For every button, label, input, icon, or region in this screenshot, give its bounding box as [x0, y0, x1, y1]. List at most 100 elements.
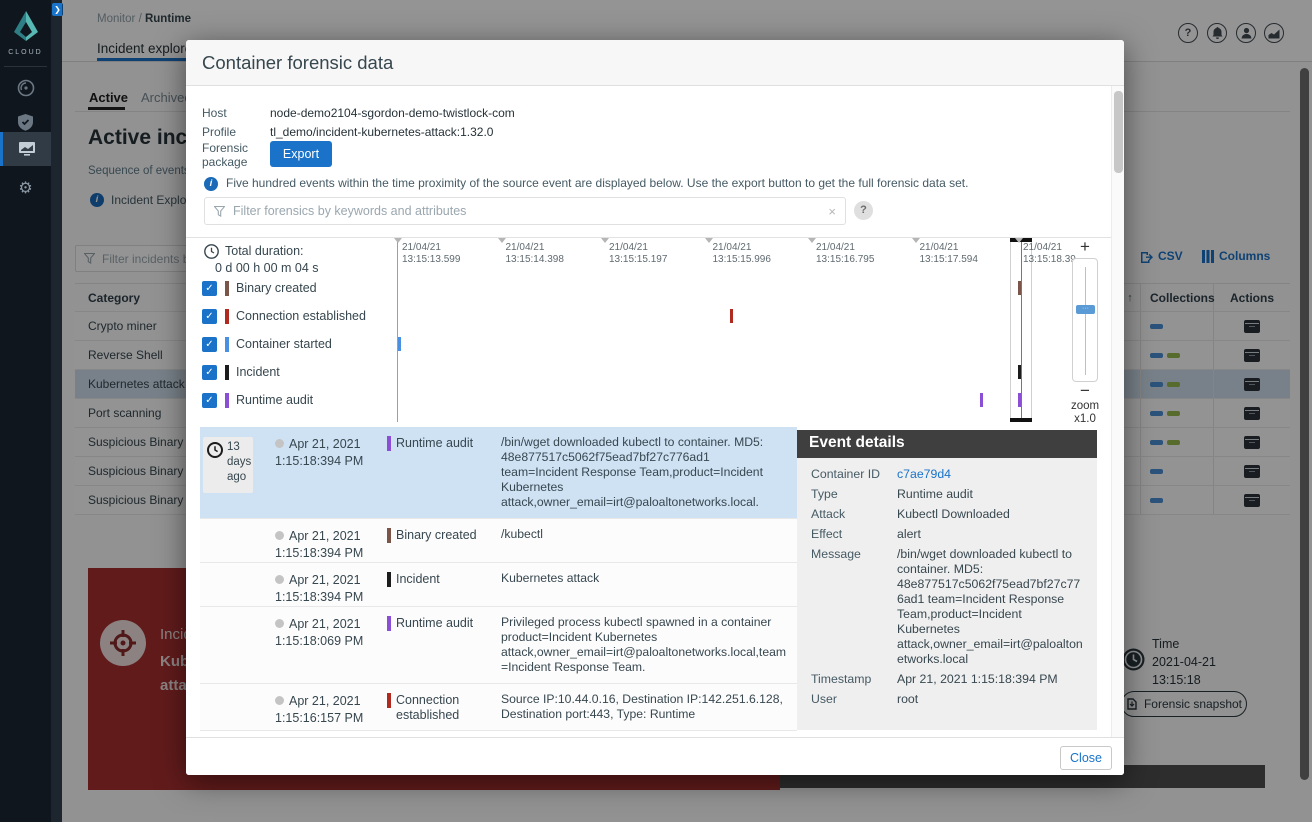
event-message: Privileged process kubectl spawned in a … — [487, 607, 797, 683]
modal-title: Container forensic data — [202, 52, 393, 74]
detail-label: Message — [811, 547, 897, 667]
event-message: Kubernetes attack — [487, 563, 797, 606]
collapsed-nav-rail — [51, 0, 62, 822]
checkbox[interactable]: ✓ — [202, 337, 217, 352]
event-row[interactable]: Apr 21, 20211:15:18:069 PMRuntime auditP… — [200, 607, 797, 684]
checkbox[interactable]: ✓ — [202, 281, 217, 296]
container-id-link[interactable]: c7ae79d4 — [897, 467, 1087, 482]
event-type-label: Runtime audit — [396, 616, 473, 683]
status-dot — [275, 531, 284, 540]
sidebar-item-monitor[interactable] — [0, 132, 51, 166]
forensics-filter: × — [204, 197, 846, 225]
legend-item[interactable]: ✓ Runtime audit — [202, 392, 313, 408]
checkbox[interactable]: ✓ — [202, 365, 217, 380]
event-row[interactable]: 13daysagoApr 21, 20211:15:18:394 PMRunti… — [200, 427, 797, 519]
sidebar-divider — [4, 66, 47, 67]
legend-color-bar — [225, 309, 229, 324]
sidebar: CLOUD ⚙ — [0, 0, 51, 822]
legend-label: Runtime audit — [236, 393, 313, 407]
event-message: /bin/wget downloaded kubectl to containe… — [487, 427, 797, 518]
profile-label: Profile — [202, 125, 236, 139]
detail-value: Runtime audit — [897, 487, 1087, 502]
zoom-out-button[interactable]: − — [1071, 381, 1099, 401]
detail-label: Type — [811, 487, 897, 502]
event-marker[interactable] — [398, 337, 401, 351]
detail-row: Effectalert — [797, 524, 1097, 544]
event-details-panel: Event details Container IDc7ae79d4 TypeRu… — [797, 430, 1097, 730]
event-type: Connection established — [387, 684, 487, 730]
event-row[interactable]: Apr 21, 20211:15:18:394 PMBinary created… — [200, 519, 797, 563]
event-marker[interactable] — [1018, 393, 1021, 407]
event-message: /kubectl — [487, 519, 797, 562]
host-value: node-demo2104-sgordon-demo-twistlock-com — [270, 106, 515, 120]
event-marker[interactable] — [1018, 281, 1021, 295]
detail-value: alert — [897, 527, 1087, 542]
modal-scrollbar[interactable] — [1111, 86, 1124, 737]
tick-triangle-icon — [394, 238, 402, 243]
legend-item[interactable]: ✓Binary created — [202, 280, 317, 296]
detail-row: Message/bin/wget downloaded kubectl to c… — [797, 544, 1097, 669]
status-dot — [275, 696, 284, 705]
total-duration-label: Total duration: — [225, 244, 304, 258]
close-button[interactable]: Close — [1060, 746, 1112, 770]
zoom-slider-handle[interactable]: ··· — [1076, 305, 1095, 314]
event-row[interactable]: Apr 21, 20211:15:16:157 PMConnection est… — [200, 684, 797, 731]
event-type: Incident — [387, 563, 487, 606]
event-type-color-bar — [387, 572, 391, 587]
tick-label: 21/04/2113:15:17.594 — [920, 242, 978, 266]
info-icon: i — [204, 177, 218, 191]
sidebar-item-radar[interactable] — [0, 72, 51, 104]
forensics-filter-input[interactable] — [233, 204, 820, 218]
tick-triangle-icon — [912, 238, 920, 243]
tick-triangle-icon — [808, 238, 816, 243]
prisma-cloud-logo-icon[interactable] — [12, 10, 39, 47]
event-marker[interactable] — [730, 309, 733, 323]
detail-value: root — [897, 692, 1087, 707]
detail-value: Apr 21, 2021 1:15:18:394 PM — [897, 672, 1087, 687]
legend-item[interactable]: ✓ Incident — [202, 364, 280, 380]
zoom-slider: ··· — [1072, 258, 1098, 382]
monitor-chart-icon — [18, 141, 36, 157]
event-marker[interactable] — [980, 393, 983, 407]
detail-row: Container IDc7ae79d4 — [797, 464, 1097, 484]
tick-label: 21/04/2113:15:15.197 — [609, 242, 667, 266]
event-marker[interactable] — [1018, 365, 1021, 379]
export-button[interactable]: Export — [270, 141, 332, 167]
event-timestamp: Apr 21, 20211:15:18:394 PM — [263, 519, 387, 562]
tick-label: 21/04/2113:15:15.996 — [713, 242, 771, 266]
event-timestamp: Apr 21, 20211:15:16:157 PM — [263, 684, 387, 730]
event-details-title: Event details — [797, 430, 1097, 458]
checkbox[interactable]: ✓ — [202, 309, 217, 324]
zoom-in-button[interactable]: + — [1071, 237, 1099, 257]
sidebar-item-settings[interactable]: ⚙ — [0, 172, 51, 204]
filter-help-badge[interactable]: ? — [854, 201, 873, 220]
detail-label: Timestamp — [811, 672, 897, 687]
tick-label: 21/04/2113:15:14.398 — [506, 242, 564, 266]
host-label: Host — [202, 106, 227, 120]
status-dot — [275, 439, 284, 448]
tick-triangle-icon — [1015, 238, 1023, 243]
radar-icon — [17, 79, 35, 97]
checkbox[interactable]: ✓ — [202, 393, 217, 408]
modal-footer: Close — [186, 737, 1124, 775]
app-window: CLOUD ⚙ ❯ Monitor / Runtime Incident exp… — [0, 0, 1312, 822]
event-type-label: Connection established — [396, 693, 487, 730]
legend-item[interactable]: ✓Connection established — [202, 308, 366, 324]
event-type-label: Incident — [396, 572, 440, 606]
clear-filter-icon[interactable]: × — [828, 204, 836, 219]
event-row[interactable]: Apr 21, 20211:15:18:394 PMIncidentKubern… — [200, 563, 797, 607]
event-type-color-bar — [387, 528, 391, 543]
status-dot — [275, 619, 284, 628]
profile-value: tl_demo/incident-kubernetes-attack:1.32.… — [270, 125, 493, 139]
modal-scrollbar-thumb[interactable] — [1114, 91, 1123, 173]
detail-row: Userroot — [797, 689, 1097, 709]
detail-row: AttackKubectl Downloaded — [797, 504, 1097, 524]
event-type-label: Runtime audit — [396, 436, 473, 518]
event-age-column: 13daysago — [200, 427, 263, 518]
event-age-column — [200, 519, 263, 562]
legend-item[interactable]: ✓Container started — [202, 336, 332, 352]
legend-label: Incident — [236, 365, 280, 379]
modal-info-row: i Five hundred events within the time pr… — [204, 176, 1084, 191]
detail-value: /bin/wget downloaded kubectl to containe… — [897, 547, 1087, 667]
timeline-plot[interactable]: 21/04/2113:15:13.59921/04/2113:15:14.398… — [397, 238, 1040, 422]
